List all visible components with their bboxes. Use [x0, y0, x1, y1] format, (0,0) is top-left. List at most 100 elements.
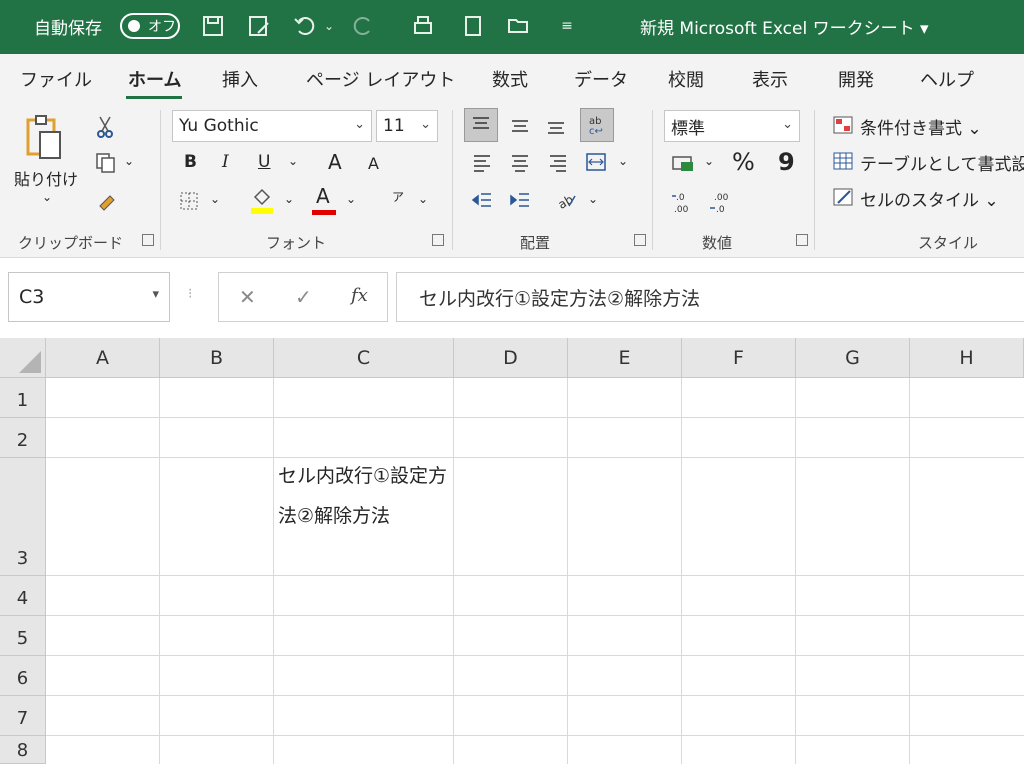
print-preview-icon[interactable] — [410, 12, 436, 40]
orientation-icon[interactable]: ab — [552, 186, 580, 214]
decrease-indent-icon[interactable] — [468, 186, 496, 214]
row-header-6[interactable]: 6 — [0, 656, 46, 696]
row-header-4[interactable]: 4 — [0, 576, 46, 616]
font-launcher-icon[interactable] — [432, 234, 444, 246]
underline-button[interactable]: U — [258, 152, 270, 172]
number-launcher-icon[interactable] — [796, 234, 808, 246]
shrink-font-button[interactable]: A — [368, 154, 379, 173]
tab-review[interactable]: 校閲 — [668, 66, 704, 92]
increase-indent-icon[interactable] — [506, 186, 534, 214]
name-box[interactable]: C3 ▾ — [8, 272, 170, 322]
cancel-icon[interactable]: ✕ — [239, 285, 256, 309]
format-as-table-button[interactable]: テーブルとして書式設定 — [860, 150, 1024, 175]
tab-home[interactable]: ホーム — [128, 66, 181, 92]
wrap-text-icon[interactable]: ab c↩ — [580, 108, 614, 142]
tab-file[interactable]: ファイル — [20, 66, 92, 92]
row-header-1[interactable]: 1 — [0, 378, 46, 418]
column-header-a[interactable]: A — [46, 338, 160, 378]
number-format-select[interactable]: 標準 ⌄ — [664, 110, 800, 142]
borders-icon[interactable] — [176, 188, 202, 214]
font-size-select[interactable]: 11 ⌄ — [376, 110, 438, 142]
column-header-b[interactable]: B — [160, 338, 274, 378]
column-header-d[interactable]: D — [454, 338, 568, 378]
column-header-g[interactable]: G — [796, 338, 910, 378]
underline-dropdown-icon[interactable]: ⌄ — [288, 154, 298, 168]
row-header-2[interactable]: 2 — [0, 418, 46, 458]
tab-help[interactable]: ヘルプ — [920, 66, 974, 92]
row-header-5[interactable]: 5 — [0, 616, 46, 656]
percent-button[interactable]: % — [732, 148, 755, 176]
drag-handle-icon[interactable]: ⁝ — [188, 286, 192, 302]
copy-dropdown-icon[interactable]: ⌄ — [124, 154, 134, 168]
format-as-table-icon[interactable] — [830, 148, 856, 174]
grow-font-button[interactable]: A — [328, 150, 342, 174]
font-color-dropdown-icon[interactable]: ⌄ — [346, 192, 356, 206]
paste-icon[interactable] — [18, 112, 70, 162]
accounting-format-icon[interactable] — [668, 150, 698, 176]
row-header-3[interactable]: 3 — [0, 458, 46, 576]
enter-icon[interactable]: ✓ — [295, 285, 312, 309]
undo-dropdown-icon[interactable]: ⌄ — [316, 12, 342, 40]
fill-color-icon[interactable] — [248, 186, 276, 216]
open-folder-icon[interactable] — [506, 12, 532, 40]
phonetic-dropdown-icon[interactable]: ⌄ — [418, 192, 428, 206]
fill-color-dropdown-icon[interactable]: ⌄ — [284, 192, 294, 206]
undo-icon[interactable] — [292, 12, 318, 40]
cell-c3[interactable]: セル内改行①設定方法②解除方法 — [278, 456, 450, 536]
column-header-h[interactable]: H — [910, 338, 1024, 378]
copy-icon[interactable] — [92, 150, 120, 176]
merge-dropdown-icon[interactable]: ⌄ — [618, 154, 628, 168]
bold-button[interactable]: B — [184, 152, 197, 172]
save-as-icon[interactable] — [246, 12, 272, 40]
comma-button[interactable]: 9 — [778, 148, 795, 176]
tab-view[interactable]: 表示 — [752, 66, 788, 92]
tab-developer[interactable]: 開発 — [838, 66, 874, 92]
align-left-icon[interactable] — [468, 148, 496, 176]
orientation-dropdown-icon[interactable]: ⌄ — [588, 192, 598, 206]
chevron-down-icon: ⌄ — [782, 117, 793, 132]
clipboard-launcher-icon[interactable] — [142, 234, 154, 246]
tab-page-layout[interactable]: ページ レイアウト — [306, 66, 455, 92]
middle-align-icon[interactable] — [506, 108, 534, 142]
autosave-toggle[interactable]: オフ — [120, 13, 180, 39]
font-name-select[interactable]: Yu Gothic ⌄ — [172, 110, 372, 142]
align-right-icon[interactable] — [544, 148, 572, 176]
gridline — [909, 378, 910, 764]
row-header-8[interactable]: 8 — [0, 736, 46, 764]
paste-label[interactable]: 貼り付け — [14, 166, 78, 190]
save-icon[interactable] — [200, 12, 226, 40]
customize-qat-icon[interactable]: ≡ — [554, 12, 580, 40]
row-header-7[interactable]: 7 — [0, 696, 46, 736]
phonetic-button[interactable]: ア — [392, 188, 404, 205]
increase-decimal-icon[interactable]: .0.00 — [668, 188, 698, 216]
formula-input[interactable]: セル内改行①設定方法②解除方法 — [396, 272, 1024, 322]
column-header-e[interactable]: E — [568, 338, 682, 378]
cell-styles-button[interactable]: セルのスタイル ⌄ — [860, 186, 999, 211]
insert-function-icon[interactable]: fx — [351, 285, 368, 306]
export-icon[interactable] — [460, 12, 486, 40]
column-header-c[interactable]: C — [274, 338, 454, 378]
accounting-dropdown-icon[interactable]: ⌄ — [704, 154, 714, 168]
cell-styles-icon[interactable] — [830, 184, 856, 210]
merge-center-icon[interactable] — [582, 148, 610, 176]
italic-button[interactable]: I — [222, 152, 229, 172]
top-align-icon[interactable] — [464, 108, 498, 142]
alignment-launcher-icon[interactable] — [634, 234, 646, 246]
font-color-button[interactable]: A — [316, 184, 330, 208]
cut-icon[interactable] — [94, 114, 116, 140]
redo-icon[interactable] — [350, 12, 376, 40]
borders-dropdown-icon[interactable]: ⌄ — [210, 192, 220, 206]
decrease-decimal-icon[interactable]: .00.0 — [706, 188, 736, 216]
conditional-formatting-icon[interactable] — [830, 112, 856, 138]
column-header-f[interactable]: F — [682, 338, 796, 378]
align-center-icon[interactable] — [506, 148, 534, 176]
tab-insert[interactable]: 挿入 — [222, 66, 258, 92]
paste-dropdown-icon[interactable]: ⌄ — [42, 190, 52, 204]
tab-data[interactable]: データ — [574, 66, 628, 92]
conditional-formatting-button[interactable]: 条件付き書式 ⌄ — [860, 114, 982, 139]
document-title[interactable]: 新規 Microsoft Excel ワークシート ▾ — [640, 14, 929, 39]
select-all-button[interactable] — [0, 338, 46, 378]
bottom-align-icon[interactable] — [542, 108, 570, 142]
format-painter-icon[interactable] — [94, 188, 120, 214]
tab-formulas[interactable]: 数式 — [492, 66, 528, 92]
